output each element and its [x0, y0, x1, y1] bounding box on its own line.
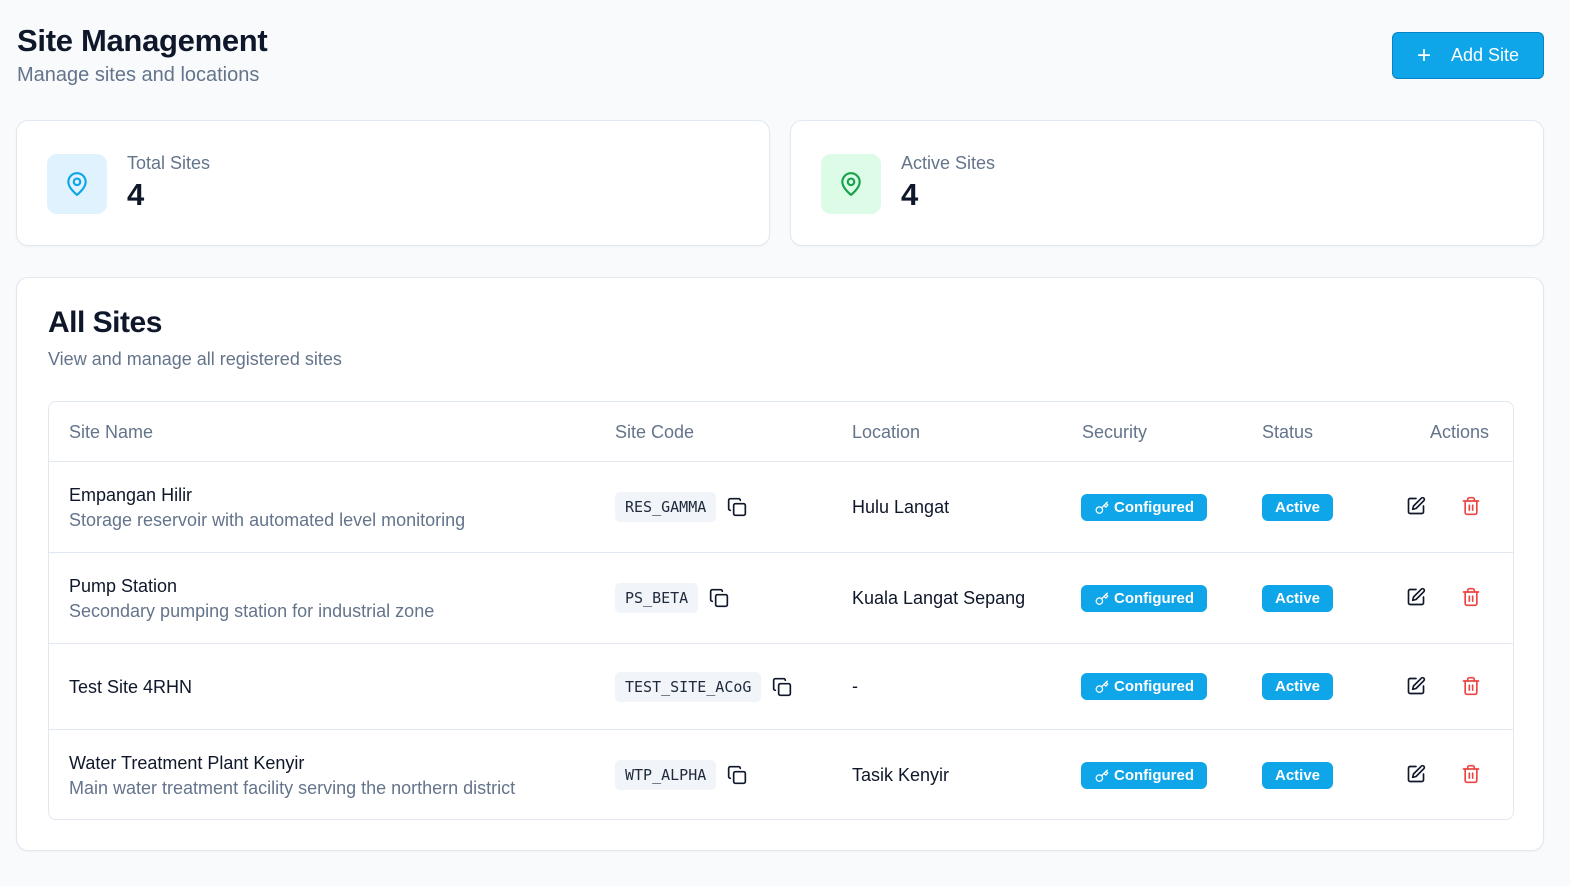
card-subtitle: View and manage all registered sites — [48, 349, 342, 369]
copy-icon[interactable] — [771, 676, 793, 698]
sites-table: Site Name Site Code Location Security St… — [48, 401, 1514, 820]
site-description: Storage reservoir with automated level m… — [69, 510, 466, 530]
page-title: Site Management — [17, 23, 268, 58]
table-row: Empangan Hilir Storage reservoir with au… — [49, 462, 1513, 553]
site-name-cell: Test Site 4RHN — [69, 676, 192, 698]
edit-icon[interactable] — [1406, 764, 1428, 786]
site-location: Hulu Langat — [852, 497, 950, 517]
key-icon — [1095, 769, 1109, 782]
add-site-button[interactable]: + Add Site — [1392, 32, 1544, 79]
copy-icon[interactable] — [726, 764, 748, 786]
all-sites-card: All Sites View and manage all registered… — [16, 277, 1544, 851]
column-header-location: Location — [852, 422, 921, 442]
security-badge: Configured — [1081, 494, 1207, 521]
site-location: Tasik Kenyir — [852, 765, 950, 785]
site-name: Test Site 4RHN — [69, 677, 193, 697]
edit-icon[interactable] — [1406, 496, 1428, 518]
site-name-cell: Water Treatment Plant Kenyir Main water … — [69, 752, 515, 799]
add-site-button-label: Add Site — [1450, 45, 1520, 65]
site-description: Secondary pumping station for industrial… — [69, 601, 435, 621]
copy-icon[interactable] — [708, 587, 730, 609]
site-code-badge: RES_GAMMA — [615, 492, 717, 522]
edit-icon[interactable] — [1406, 587, 1428, 609]
copy-icon[interactable] — [726, 496, 748, 518]
site-code-badge: TEST_SITE_ACoG — [615, 672, 762, 702]
column-header-site-code: Site Code — [615, 422, 695, 442]
active-sites-card: Active Sites 4 — [790, 120, 1544, 246]
status-badge: Active — [1262, 762, 1334, 789]
trash-icon[interactable] — [1461, 587, 1483, 609]
table-row: Test Site 4RHN TEST_SITE_ACoG - Configur… — [49, 644, 1513, 730]
status-badge: Active — [1262, 673, 1334, 700]
security-badge-label: Configured — [1114, 499, 1194, 516]
column-header-actions: Actions — [1430, 422, 1490, 442]
site-description: Main water treatment facility serving th… — [69, 778, 516, 798]
security-badge: Configured — [1081, 762, 1207, 789]
site-name-cell: Pump Station Secondary pumping station f… — [69, 575, 434, 622]
map-pin-icon — [47, 154, 107, 214]
key-icon — [1095, 680, 1109, 693]
status-badge: Active — [1262, 585, 1334, 612]
trash-icon[interactable] — [1461, 496, 1483, 518]
site-name-cell: Empangan Hilir Storage reservoir with au… — [69, 484, 465, 531]
page-header: Site Management Manage sites and locatio… — [17, 22, 268, 87]
site-code-cell: PS_BETA — [615, 583, 730, 613]
table-header: Site Name Site Code Location Security St… — [49, 402, 1513, 462]
column-header-security: Security — [1082, 422, 1148, 442]
key-icon — [1095, 501, 1109, 514]
column-header-status: Status — [1262, 422, 1314, 442]
trash-icon[interactable] — [1461, 764, 1483, 786]
site-code-badge: PS_BETA — [615, 583, 699, 613]
status-badge: Active — [1262, 494, 1334, 521]
site-code-badge: WTP_ALPHA — [615, 760, 717, 790]
map-pin-icon — [821, 154, 881, 214]
site-location: Kuala Langat Sepang — [852, 588, 1026, 608]
site-location: - — [852, 676, 858, 696]
active-sites-label: Active Sites — [901, 153, 996, 173]
edit-icon[interactable] — [1406, 676, 1428, 698]
site-code-cell: RES_GAMMA — [615, 492, 748, 522]
page-subtitle: Manage sites and locations — [17, 64, 260, 86]
security-badge-label: Configured — [1114, 767, 1194, 784]
active-sites-value: 4 — [901, 177, 919, 212]
plus-icon: + — [1416, 41, 1431, 69]
security-badge-label: Configured — [1114, 590, 1194, 607]
site-code-cell: WTP_ALPHA — [615, 760, 748, 790]
site-name: Empangan Hilir — [69, 485, 193, 505]
key-icon — [1095, 592, 1109, 605]
table-row: Water Treatment Plant Kenyir Main water … — [49, 730, 1513, 819]
table-row: Pump Station Secondary pumping station f… — [49, 553, 1513, 644]
total-sites-card: Total Sites 4 — [16, 120, 770, 246]
column-header-site-name: Site Name — [69, 422, 154, 442]
site-code-cell: TEST_SITE_ACoG — [615, 672, 793, 702]
card-title: All Sites — [48, 306, 162, 339]
trash-icon[interactable] — [1461, 676, 1483, 698]
security-badge-label: Configured — [1114, 678, 1194, 695]
site-management-page: Site Management Manage sites and locatio… — [0, 0, 1570, 886]
site-name: Pump Station — [69, 576, 178, 596]
total-sites-value: 4 — [127, 177, 145, 212]
site-name: Water Treatment Plant Kenyir — [69, 753, 305, 773]
total-sites-label: Total Sites — [127, 153, 211, 173]
security-badge: Configured — [1081, 585, 1207, 612]
security-badge: Configured — [1081, 673, 1207, 700]
